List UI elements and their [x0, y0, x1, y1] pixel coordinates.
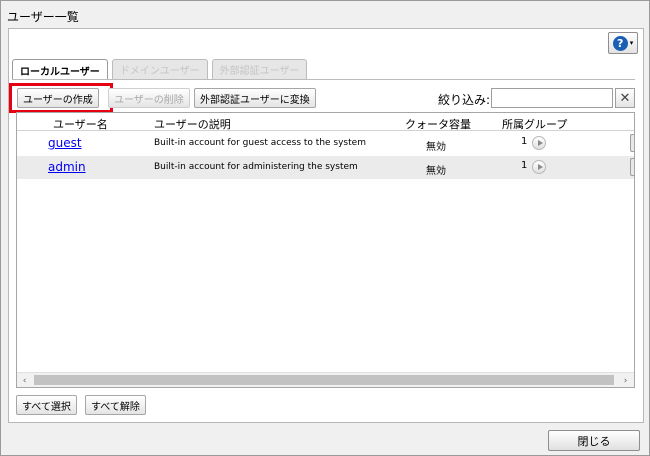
column-header-groups[interactable]: 所属グループ — [502, 116, 567, 132]
filter-label: 絞り込み: — [438, 93, 491, 107]
tab-external-users[interactable]: 外部認証ユーザー — [211, 59, 308, 79]
column-header-username[interactable]: ユーザー名 — [53, 116, 108, 132]
scroll-right-icon[interactable]: › — [618, 373, 633, 387]
caret-down-icon: ▾ — [629, 39, 634, 47]
user-list-dialog: ユーザー一覧 ? ▾ ローカルユーザー ドメインユーザー 外部認証ユーザー ユー… — [0, 0, 650, 456]
filter-input[interactable] — [491, 88, 613, 108]
column-header-description[interactable]: ユーザーの説明 — [154, 116, 231, 132]
group-count: 1 — [521, 160, 528, 171]
question-icon: ? — [612, 35, 628, 51]
horizontal-scrollbar[interactable]: ‹ › — [17, 372, 634, 387]
table-row[interactable]: guest Built-in account for guest access … — [17, 132, 634, 155]
help-button[interactable]: ? ▾ — [608, 32, 638, 54]
expand-groups-icon[interactable] — [532, 160, 546, 174]
group-count: 1 — [521, 136, 528, 147]
convert-external-button[interactable]: 外部認証ユーザーに変換 — [194, 88, 316, 108]
dialog-title: ユーザー一覧 — [7, 10, 79, 24]
user-type-tabs: ローカルユーザー ドメインユーザー 外部認証ユーザー — [12, 59, 308, 80]
user-description: Built-in account for guest access to the… — [154, 138, 366, 148]
row-action-edge[interactable] — [630, 134, 634, 152]
tab-local-users[interactable]: ローカルユーザー — [12, 59, 108, 80]
select-all-button[interactable]: すべて選択 — [16, 395, 77, 415]
table-row[interactable]: admin Built-in account for administering… — [17, 156, 634, 179]
expand-groups-icon[interactable] — [532, 136, 546, 150]
scrollbar-thumb[interactable] — [34, 375, 614, 385]
close-icon: ✕ — [619, 90, 631, 106]
clear-filter-button[interactable]: ✕ — [615, 88, 635, 108]
user-description: Built-in account for administering the s… — [154, 162, 358, 172]
close-button[interactable]: 閉じる — [548, 430, 640, 451]
quota-value: 無効 — [426, 142, 446, 153]
column-header-quota[interactable]: クォータ容量 — [405, 116, 471, 132]
tab-domain-users[interactable]: ドメインユーザー — [111, 59, 208, 79]
user-table: ユーザー名 ユーザーの説明 クォータ容量 所属グループ guest Built-… — [16, 112, 635, 388]
username-link[interactable]: guest — [48, 136, 82, 150]
username-link[interactable]: admin — [48, 160, 86, 174]
tab-divider — [12, 79, 635, 80]
table-header: ユーザー名 ユーザーの説明 クォータ容量 所属グループ — [17, 113, 634, 131]
highlight-annotation — [9, 83, 113, 113]
quota-value: 無効 — [426, 166, 446, 177]
row-action-edge[interactable] — [630, 158, 634, 176]
deselect-all-button[interactable]: すべて解除 — [85, 395, 146, 415]
delete-user-button[interactable]: ユーザーの削除 — [108, 88, 190, 108]
scroll-left-icon[interactable]: ‹ — [17, 373, 32, 387]
